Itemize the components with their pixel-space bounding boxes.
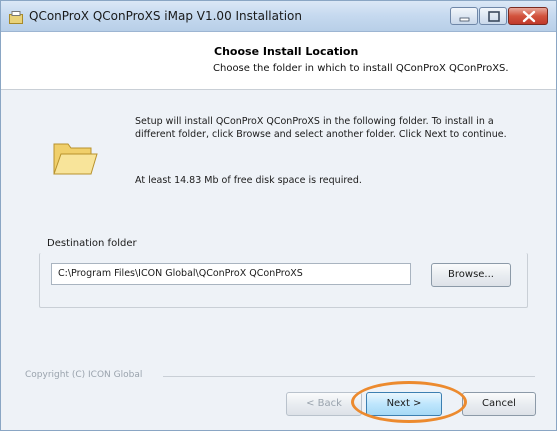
destination-path-input[interactable]: C:\Program Files\ICON Global\QConProX QC… [51,263,411,285]
destination-folder-label: Destination folder [47,238,137,249]
window-title: QConProX QConProXS iMap V1.00 Installati… [29,9,302,23]
installer-icon [9,9,23,24]
install-description: Setup will install QConProX QConProXS in… [135,116,507,140]
copyright-text: Copyright (C) ICON Global [25,370,143,380]
installer-window: QConProX QConProXS iMap V1.00 Installati… [0,0,557,431]
minimize-icon [459,17,470,22]
title-bar[interactable]: QConProX QConProXS iMap V1.00 Installati… [1,1,556,32]
page-header: Choose Install Location Choose the folde… [1,32,556,90]
cancel-button[interactable]: Cancel [462,392,536,416]
close-button[interactable] [508,7,548,25]
maximize-icon [488,11,500,22]
folder-icon [51,136,99,178]
browse-button[interactable]: Browse... [431,263,511,287]
footer-divider [163,376,535,377]
disk-space-required: At least 14.83 Mb of free disk space is … [135,175,362,186]
page-title: Choose Install Location [214,45,359,58]
close-icon [522,10,536,23]
page-subtitle: Choose the folder in which to install QC… [213,63,509,74]
minimize-button[interactable] [450,7,478,25]
back-button[interactable]: < Back [286,392,362,416]
maximize-button[interactable] [479,7,507,25]
next-button[interactable]: Next > [366,392,442,416]
